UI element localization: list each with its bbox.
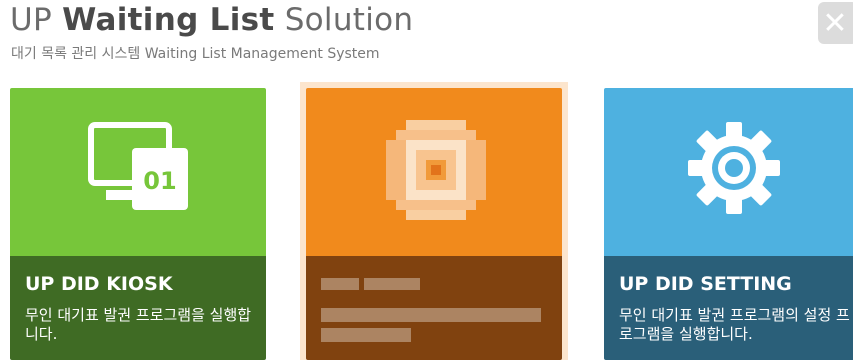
close-icon: ✕	[822, 5, 848, 41]
kiosk-tile-top: 01	[10, 88, 266, 256]
pixelated-icon	[386, 120, 486, 220]
setting-tile-bottom: UP DID SETTING 무인 대기표 발권 프로그램의 설정 프로그램을 …	[604, 256, 853, 360]
setting-tile-name: UP DID SETTING	[619, 273, 792, 295]
pixelated-block	[321, 278, 359, 290]
setting-tile-description: 무인 대기표 발권 프로그램의 설정 프로그램을 실행합니다.	[619, 306, 850, 343]
gear-icon	[688, 122, 780, 214]
app-subtitle: 대기 목록 관리 시스템 Waiting List Management Sys…	[11, 46, 380, 62]
title-bold: Waiting List	[62, 2, 275, 38]
monitor-icon: 01	[88, 122, 188, 210]
pixelated-tile[interactable]	[306, 88, 562, 360]
title-prefix: UP	[10, 2, 52, 38]
kiosk-tile-description: 무인 대기표 발권 프로그램을 실행합니다.	[25, 306, 252, 343]
pixelated-tile-top	[306, 88, 562, 256]
monitor-icon-number: 01	[143, 167, 176, 195]
close-button[interactable]: ✕	[818, 2, 853, 44]
title-suffix: Solution	[284, 2, 414, 38]
pixelated-block	[321, 328, 411, 342]
app-title: UP Waiting List Solution	[10, 2, 413, 38]
kiosk-tile-bottom: UP DID KIOSK 무인 대기표 발권 프로그램을 실행합니다.	[10, 256, 266, 360]
pixelated-block	[364, 278, 420, 290]
pixelated-tile-bottom	[306, 256, 562, 360]
setting-tile[interactable]: UP DID SETTING 무인 대기표 발권 프로그램의 설정 프로그램을 …	[604, 88, 853, 360]
setting-tile-top	[604, 88, 853, 256]
pixelated-block	[321, 308, 541, 322]
kiosk-tile-name: UP DID KIOSK	[25, 273, 173, 295]
kiosk-tile[interactable]: 01 UP DID KIOSK 무인 대기표 발권 프로그램을 실행합니다.	[10, 88, 266, 360]
